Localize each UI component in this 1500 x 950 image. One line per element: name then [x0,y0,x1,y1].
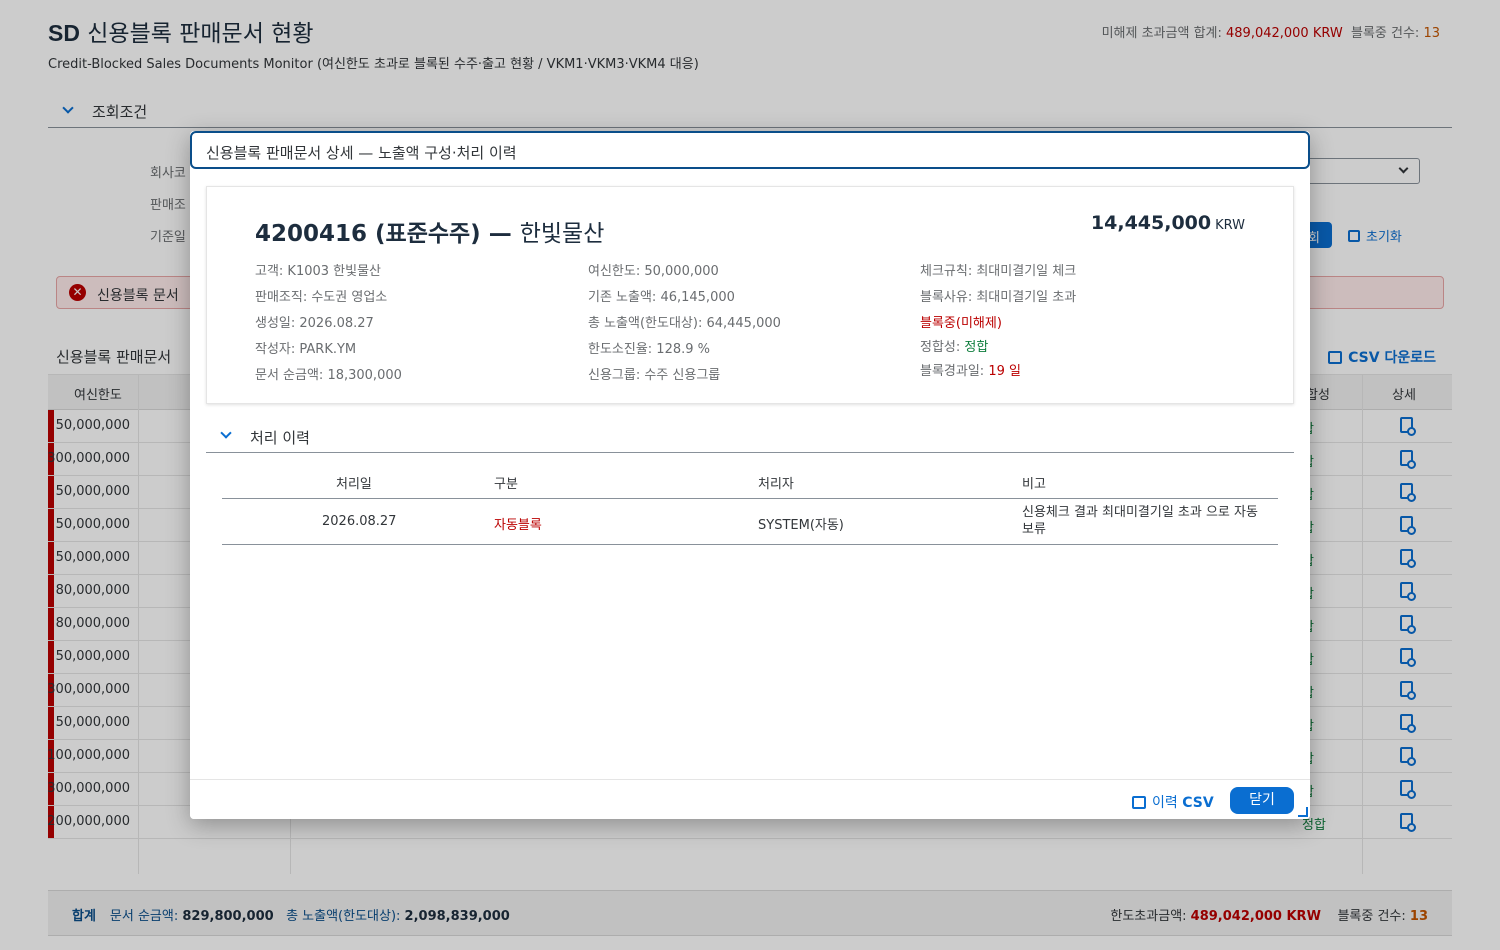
block-status-text: 블록중(미해제) [920,316,1002,331]
attr-block-reason: 블록사유: 최대미결기일 초과 [920,290,1077,305]
dialog-title: 신용블록 판매문서 상세 — 노출액 구성·처리 이력 [206,144,517,162]
history-row: 2026.08.27 자동블록 SYSTEM(자동) 신용체크 결과 최대미결기… [222,499,1278,545]
attr-total-exposure: 총 노출액(한도대상): 64,445,000 [588,316,781,331]
history-col-date: 처리일 [336,477,372,492]
history-section-header[interactable]: 처리 이력 [206,423,1294,453]
amount-value: 14,445,000 [1090,212,1212,234]
chevron-down-icon[interactable] [220,427,232,439]
attr-elapsed: 블록경과일: 19 일 [920,360,1021,379]
attr-net-amount: 문서 순금액: 18,300,000 [255,368,402,383]
history-section-label: 처리 이력 [250,429,310,447]
attr-credit-limit: 여신한도: 50,000,000 [588,264,719,279]
attr-sales-org: 판매조직: 수도권 영업소 [255,290,388,305]
attr-author: 작성자: PARK.YM [255,342,357,357]
attr-customer: 고객: K1003 한빛물산 [255,264,382,279]
history-type: 자동블록 [494,518,542,533]
export-icon [1132,796,1146,809]
object-header-card: 4200416 (표준수주) — 한빛물산 14,445,000 KRW 고객: … [206,186,1294,404]
history-note: 신용체크 결과 최대미결기일 초과 으로 자동 보류 [1022,505,1258,537]
history-actor: SYSTEM(자동) [758,518,844,533]
document-number: 4200416 (표준수주) — [255,221,520,247]
attr-utilization: 한도소진율: 128.9 % [588,342,711,357]
block-status: 블록중(미해제) [920,312,1002,331]
consistency-value: 정합 [964,340,989,355]
attr-existing-exposure: 기존 노출액: 46,145,000 [588,290,735,305]
dialog-footer: 이력 CSV 닫기 [190,779,1310,819]
document-customer: 한빛물산 [519,221,605,247]
history-col-note: 비고 [1022,477,1046,492]
attr-credit-group: 신용그룹: 수주 신용그룹 [588,368,721,383]
dialog-header: 신용블록 판매문서 상세 — 노출액 구성·처리 이력 [190,131,1310,169]
history-csv-button[interactable]: 이력 CSV [1132,792,1214,812]
consistency-label: 정합성: [920,340,965,355]
attr-check-rule: 체크규칙: 최대미결기일 체크 [920,264,1077,279]
detail-dialog: 신용블록 판매문서 상세 — 노출액 구성·처리 이력 4200416 (표준수… [190,131,1310,819]
resize-handle[interactable] [1298,807,1308,817]
amount-currency: KRW [1215,218,1245,233]
history-date: 2026.08.27 [322,514,397,529]
history-table: 처리일 구분 처리자 비고 2026.08.27 자동블록 SYSTEM(자동)… [222,466,1278,545]
document-amount: 14,445,000 KRW [1091,212,1245,234]
history-col-type: 구분 [494,477,518,492]
attr-created-date: 생성일: 2026.08.27 [255,316,374,331]
attr-consistency: 정합성: 정합 [920,336,988,355]
elapsed-value: 19 일 [988,364,1021,379]
close-button[interactable]: 닫기 [1230,787,1294,814]
history-csv-label: CSV [1182,795,1214,811]
history-col-actor: 처리자 [758,477,794,492]
document-title: 4200416 (표준수주) — 한빛물산 [255,214,604,248]
history-csv-prefix: 이력 [1152,795,1178,811]
elapsed-label: 블록경과일: [920,364,989,379]
history-header-row: 처리일 구분 처리자 비고 [222,466,1278,499]
